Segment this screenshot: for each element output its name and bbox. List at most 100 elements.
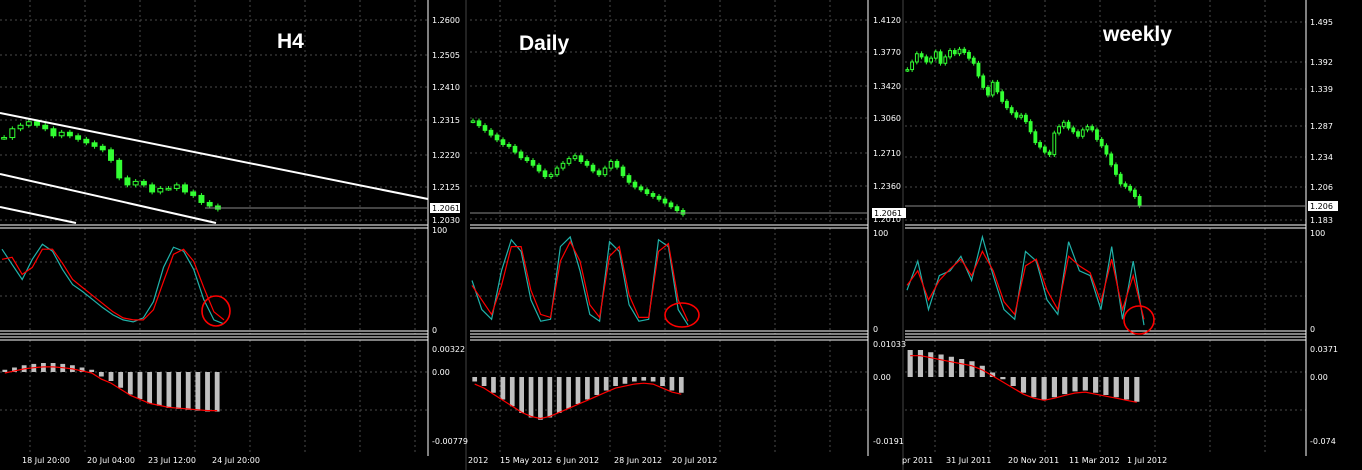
- candle-body: [173, 184, 180, 189]
- candle-body: [1004, 100, 1009, 109]
- candle-body: [1099, 138, 1104, 147]
- candle-body: [548, 174, 554, 178]
- candle-body: [986, 86, 990, 96]
- date-tick-label: 15 May 2012: [500, 456, 552, 465]
- candle-body: [1052, 132, 1057, 156]
- candle-body: [1128, 185, 1133, 191]
- candle-body: [512, 145, 518, 153]
- stoch-tick-label: 0: [873, 325, 878, 334]
- candle-body: [981, 75, 986, 88]
- candle-body: [157, 187, 164, 193]
- candle-body: [650, 193, 656, 197]
- panel-daily: Daily 1.2061: [470, 32, 906, 420]
- candle-body: [602, 167, 608, 176]
- candle-body: [1123, 183, 1128, 187]
- candle-body: [1137, 196, 1142, 206]
- candle-body: [42, 124, 49, 130]
- candle-body: [919, 53, 924, 58]
- macd-tick-label: 0.0371: [1310, 345, 1338, 354]
- candle-body: [1109, 153, 1114, 166]
- candle-body: [668, 202, 674, 208]
- candle-body: [132, 180, 139, 186]
- h4-title: H4: [277, 30, 304, 53]
- date-tick-label: 24 Jul 20:00: [212, 456, 260, 465]
- candle-body: [662, 198, 668, 204]
- candle-body: [1057, 126, 1061, 134]
- date-tick-label: 31 Jul 2011: [946, 456, 991, 465]
- h4-channel-line-mid: [0, 173, 217, 224]
- candle-body: [536, 164, 542, 172]
- date-tick-label: 18 Jul 20:00: [22, 456, 70, 465]
- stochastic-main-line: [471, 235, 689, 326]
- candle-body: [962, 48, 967, 53]
- candle-body: [1132, 189, 1137, 198]
- macd-tick-label: 0.00: [1310, 373, 1328, 382]
- candle-body: [910, 61, 915, 71]
- date-tick-label: 11 Mar 2012: [1069, 456, 1120, 465]
- candle-body: [1085, 126, 1090, 131]
- macd-tick-label: 0.01033: [873, 340, 906, 349]
- candle-body: [596, 170, 602, 176]
- candle-body: [638, 186, 644, 191]
- price-tick-label: 1.3770: [873, 48, 901, 57]
- candle-body: [656, 195, 662, 200]
- candle-body: [938, 51, 943, 64]
- price-tick-label: 1.183: [1310, 216, 1333, 225]
- date-tick-label: 2012: [468, 456, 488, 465]
- stochastic-main-line: [906, 234, 1145, 326]
- h4-candles: [1, 119, 221, 212]
- price-tick-label: 1.2030: [432, 216, 460, 225]
- candle-body: [1, 137, 8, 140]
- candle-body: [1038, 142, 1043, 148]
- price-tick-label: 1.3420: [873, 82, 901, 91]
- candle-body: [971, 57, 976, 64]
- stoch-tick-label: 100: [1310, 229, 1325, 238]
- candle-body: [1019, 114, 1024, 118]
- date-tick-label: pr 2011: [902, 456, 933, 465]
- candle-body: [140, 180, 147, 186]
- candle-body: [572, 155, 578, 160]
- candle-body: [206, 201, 213, 207]
- candle-body: [124, 177, 131, 186]
- price-tick-label: 1.2360: [873, 182, 901, 191]
- candle-body: [933, 51, 938, 59]
- date-tick-label: 20 Jul 2012: [672, 456, 717, 465]
- candle-body: [518, 151, 524, 159]
- price-tick-label: 1.4120: [873, 16, 901, 25]
- price-tick-label: 1.2600: [432, 16, 460, 25]
- price-tick-label: 1.339: [1310, 85, 1333, 94]
- candle-body: [190, 191, 197, 196]
- price-tick-label: 1.2220: [432, 151, 460, 160]
- candle-body: [1028, 121, 1033, 133]
- daily-macd: [472, 377, 684, 420]
- candle-body: [1033, 131, 1038, 144]
- h4-stoch-circle: [201, 295, 231, 327]
- price-tick-label: 1.392: [1310, 58, 1333, 67]
- price-tick-label: 1.2315: [432, 116, 460, 125]
- candle-body: [66, 131, 73, 137]
- candle-body: [108, 149, 114, 161]
- h4-channel-line-bottom: [0, 206, 77, 224]
- candle-body: [99, 145, 106, 151]
- h4-channel-line-top: [0, 112, 429, 200]
- candle-body: [83, 138, 90, 144]
- candle-body: [948, 50, 952, 58]
- candle-body: [182, 184, 188, 193]
- candle-body: [506, 143, 512, 147]
- weekly-stochastic: [906, 234, 1145, 326]
- price-tick-label: 1.2125: [432, 183, 460, 192]
- candle-body: [165, 187, 172, 191]
- candle-body: [1118, 173, 1123, 185]
- candle-body: [494, 134, 500, 141]
- h4-macd: [2, 363, 220, 412]
- candle-body: [1066, 121, 1071, 129]
- candle-body: [1071, 127, 1076, 133]
- h4-stochastic: [1, 243, 225, 325]
- weekly-stoch-circle: [1123, 305, 1155, 335]
- daily-stochastic: [471, 235, 689, 326]
- candle-body: [58, 131, 65, 137]
- stoch-tick-label: 0: [1310, 325, 1315, 334]
- candle-body: [995, 81, 1000, 93]
- candle-body: [25, 121, 32, 126]
- price-tick-label: 1.3060: [873, 114, 901, 123]
